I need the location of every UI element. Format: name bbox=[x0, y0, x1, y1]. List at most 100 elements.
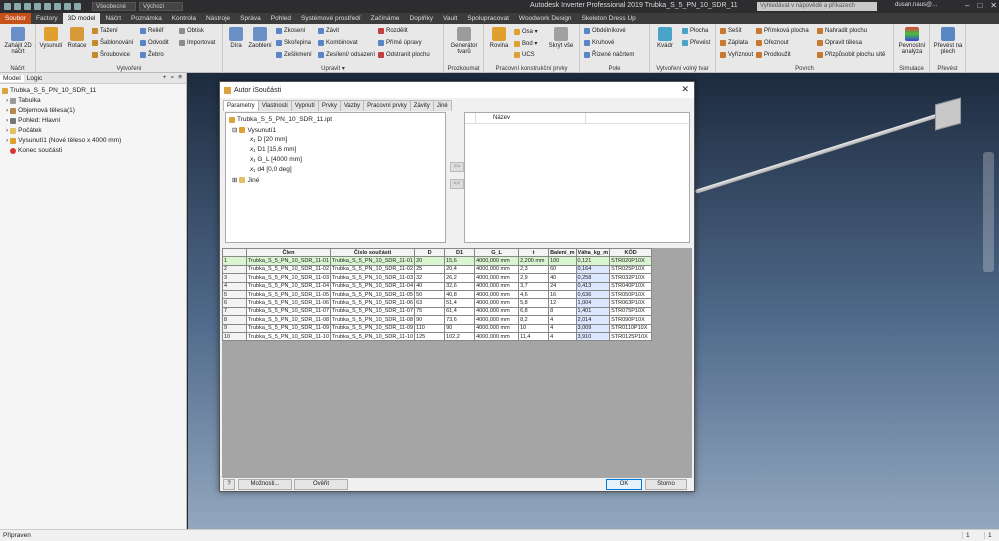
expand-icon[interactable]: › bbox=[6, 97, 8, 104]
tab-logic[interactable]: Logic bbox=[24, 75, 46, 82]
table-row[interactable]: 10 Trubka_S_5_PN_10_SDR_11-10 Trubka_S_5_P… bbox=[222, 331, 653, 342]
tab-4[interactable]: Poznámka bbox=[126, 13, 167, 24]
hide-all-button[interactable]: Skrýt vše bbox=[546, 27, 576, 49]
tree-param-d4[interactable]: x₁ d4 [0,0 deg] bbox=[250, 166, 292, 173]
table-cell[interactable]: 26,2 bbox=[444, 273, 476, 283]
table-cell[interactable]: Trubka_S_5_PN_10_SDR_11-06 bbox=[330, 298, 416, 308]
ruled-surface-button[interactable]: Přímková plocha bbox=[756, 28, 809, 34]
tab-5[interactable]: Kontrola bbox=[167, 13, 201, 24]
table-cell[interactable]: 40 bbox=[414, 281, 446, 291]
chamfer-button[interactable]: Zkosení bbox=[276, 28, 305, 34]
table-cell[interactable]: STR040P10X bbox=[609, 281, 653, 291]
table-cell[interactable]: Trubka_S_5_PN_10_SDR_11-03 bbox=[330, 273, 416, 283]
dialog-tab-0[interactable]: Parametry bbox=[223, 100, 259, 111]
table-cell[interactable]: STR063P10X bbox=[609, 298, 653, 308]
table-cell[interactable]: 10 bbox=[222, 331, 247, 342]
repair-bodies-button[interactable]: Opravit tělesa bbox=[817, 40, 862, 46]
tab-12[interactable]: Vault bbox=[438, 13, 462, 24]
table-cell[interactable]: Trubka_S_5_PN_10_SDR_11-09 bbox=[245, 323, 332, 333]
table-cell[interactable]: Trubka_S_5_PN_10_SDR_11-05 bbox=[330, 289, 416, 300]
plane-button[interactable]: Rovina bbox=[486, 27, 512, 49]
table-cell[interactable]: 0,413 bbox=[575, 281, 611, 291]
column-header[interactable]: Člen bbox=[245, 247, 332, 258]
home-icon[interactable] bbox=[54, 3, 61, 10]
table-cell[interactable]: Trubka_S_5_PN_10_SDR_11-06 bbox=[245, 298, 332, 308]
thread-button[interactable]: Závit bbox=[318, 28, 339, 34]
table-cell[interactable]: 50 bbox=[414, 289, 446, 300]
table-cell[interactable]: STR050P10X bbox=[609, 289, 653, 300]
tree-other[interactable]: ⊞ Jiné bbox=[232, 176, 259, 185]
table-cell[interactable]: 100 bbox=[548, 256, 577, 266]
table-cell[interactable]: Trubka_S_5_PN_10_SDR_11-01 bbox=[330, 256, 416, 266]
tab-14[interactable]: Woodwork Design bbox=[514, 13, 577, 24]
dialog-tab-6[interactable]: Závity bbox=[409, 100, 434, 111]
tab-9[interactable]: Systémové prostředí bbox=[296, 13, 366, 24]
tab-10[interactable]: Začínáme bbox=[366, 13, 405, 24]
import-button[interactable]: Importovat bbox=[179, 40, 215, 46]
expand-icon[interactable]: ⊞ bbox=[232, 176, 237, 184]
table-cell[interactable]: 102,2 bbox=[444, 331, 476, 342]
table-cell[interactable]: 4000,000 mm bbox=[474, 256, 520, 266]
coil-button[interactable]: Šroubovice bbox=[92, 52, 130, 58]
rib-button[interactable]: Žebro bbox=[140, 52, 164, 58]
table-cell[interactable]: Trubka_S_5_PN_10_SDR_11-07 bbox=[330, 306, 416, 317]
table-cell[interactable]: 4 bbox=[548, 331, 577, 342]
table-cell[interactable]: 5,8 bbox=[518, 298, 550, 308]
expand-icon[interactable]: › bbox=[6, 127, 8, 134]
table-cell[interactable]: 4000,000 mm bbox=[474, 306, 520, 317]
table-cell[interactable]: 8 bbox=[222, 315, 247, 325]
table-cell[interactable]: 2,9 bbox=[518, 273, 550, 283]
table-row[interactable]: 7 Trubka_S_5_PN_10_SDR_11-07 Trubka_S_5_PN… bbox=[222, 306, 653, 317]
user-account[interactable]: dusan.naus@... bbox=[895, 2, 937, 8]
table-cell[interactable]: 40 bbox=[548, 273, 577, 283]
table-cell[interactable]: 3 bbox=[222, 273, 247, 283]
table-cell[interactable]: Trubka_S_5_PN_10_SDR_11-05 bbox=[245, 289, 332, 300]
table-row[interactable]: 8 Trubka_S_5_PN_10_SDR_11-08 Trubka_S_5_PN… bbox=[222, 315, 653, 325]
table-cell[interactable]: 7 bbox=[222, 306, 247, 317]
tab-model[interactable]: Model bbox=[0, 74, 24, 82]
help-button[interactable]: ? bbox=[223, 479, 235, 490]
table-cell[interactable]: Trubka_S_5_PN_10_SDR_11-03 bbox=[245, 273, 332, 283]
table-cell[interactable]: 4000,000 mm bbox=[474, 315, 520, 325]
patch-button[interactable]: Záplata bbox=[720, 40, 748, 46]
tree-node-solid-bodies[interactable]: › Objemová tělesa(1) bbox=[6, 107, 75, 114]
column-header[interactable]: Váha_kg_m bbox=[575, 247, 611, 258]
dialog-tab-3[interactable]: Prvky bbox=[317, 100, 341, 111]
column-header[interactable]: D bbox=[414, 247, 446, 258]
tab-0[interactable]: Soubor bbox=[0, 13, 31, 24]
table-cell[interactable]: Trubka_S_5_PN_10_SDR_11-10 bbox=[245, 331, 332, 342]
combine-button[interactable]: Kombinovat bbox=[318, 40, 358, 46]
table-cell[interactable]: 4 bbox=[222, 281, 247, 291]
direct-edit-button[interactable]: Přímé úpravy bbox=[378, 40, 422, 46]
draft-button[interactable]: Zešikmení bbox=[276, 52, 312, 58]
tree-file[interactable]: Trubka_S_5_PN_10_SDR_11.ipt bbox=[229, 116, 332, 123]
table-row[interactable]: 4 Trubka_S_5_PN_10_SDR_11-04 Trubka_S_5_PN… bbox=[222, 281, 653, 291]
redo-icon[interactable] bbox=[44, 3, 51, 10]
tab-6[interactable]: Nástroje bbox=[201, 13, 235, 24]
search-icon[interactable]: ⌕ bbox=[171, 74, 175, 82]
table-cell[interactable]: 5 bbox=[222, 289, 247, 300]
tree-param-GL[interactable]: x₁ G_L [4000 mm] bbox=[250, 156, 302, 163]
stitch-button[interactable]: Sešít bbox=[720, 28, 742, 34]
column-header[interactable]: t bbox=[518, 247, 550, 258]
tree-root-part[interactable]: Trubka_S_5_PN_10_SDR_11 bbox=[2, 87, 96, 94]
table-cell[interactable]: 15,6 bbox=[444, 256, 476, 266]
table-cell[interactable]: STR0110P10X bbox=[609, 323, 653, 333]
axis-button[interactable]: Osa ▾ bbox=[514, 28, 538, 35]
select-icon[interactable] bbox=[74, 3, 81, 10]
table-cell[interactable]: 4000,000 mm bbox=[474, 289, 520, 300]
start-sketch-button[interactable]: Zahájit 2D náčrt bbox=[2, 27, 34, 55]
tab-15[interactable]: Skeleton Dress Up bbox=[577, 13, 641, 24]
column-header[interactable] bbox=[222, 247, 247, 258]
table-cell[interactable]: 3,009 bbox=[575, 323, 611, 333]
emboss-button[interactable]: Reliéf bbox=[140, 28, 163, 34]
appearance-combo[interactable]: Výchozí bbox=[139, 2, 183, 11]
table-cell[interactable]: 10 bbox=[518, 323, 550, 333]
table-cell[interactable]: 2,200 mm bbox=[518, 256, 550, 266]
dialog-tab-2[interactable]: Vypnutí bbox=[290, 100, 319, 111]
convert-button[interactable]: Převést bbox=[682, 40, 710, 46]
table-cell[interactable]: STR020P10X bbox=[609, 256, 653, 266]
table-cell[interactable]: 4,6 bbox=[518, 289, 550, 300]
table-cell[interactable]: 3,910 bbox=[575, 331, 611, 342]
tab-7[interactable]: Správa bbox=[235, 13, 266, 24]
